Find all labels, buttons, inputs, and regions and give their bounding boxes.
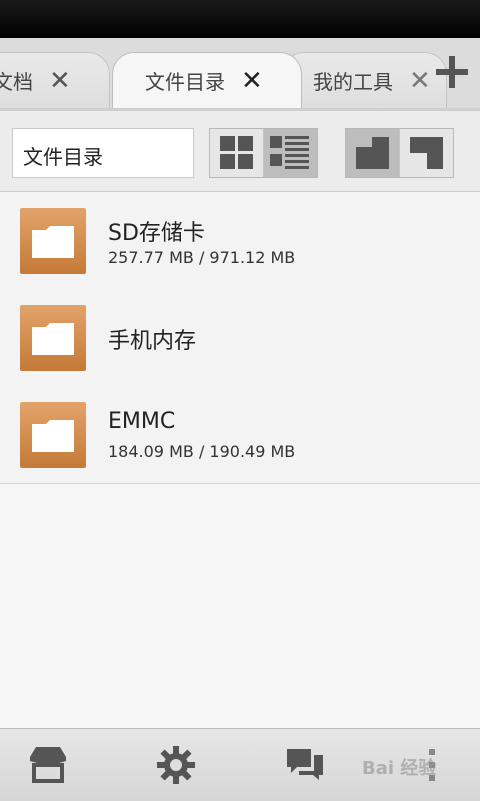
pane-mode-switch bbox=[345, 128, 454, 178]
item-name: EMMC bbox=[108, 409, 176, 434]
close-tab-icon[interactable]: ✕ bbox=[241, 68, 263, 94]
folder-icon bbox=[20, 208, 86, 274]
tab-label: 的文档 bbox=[0, 70, 33, 94]
list-item-sd-card[interactable]: SD存储卡 257.77 MB / 971.12 MB bbox=[0, 192, 480, 290]
item-usage: 184.09 MB / 190.49 MB bbox=[108, 442, 296, 461]
dual-pane-icon[interactable] bbox=[399, 129, 453, 177]
watermark: Bai 经验 bbox=[362, 758, 437, 779]
chat-icon[interactable] bbox=[285, 745, 325, 785]
close-tab-icon[interactable]: ✕ bbox=[409, 68, 431, 94]
status-bar bbox=[0, 0, 480, 38]
plus-icon[interactable] bbox=[434, 54, 470, 90]
tab-bar: 的文档 ✕ 我的工具 ✕ 文件目录 ✕ bbox=[0, 38, 480, 111]
path-field[interactable]: 文件目录 bbox=[12, 128, 194, 178]
tab-tools[interactable]: 我的工具 ✕ bbox=[282, 52, 447, 108]
folder-icon bbox=[20, 402, 86, 468]
tab-label: 文件目录 bbox=[145, 70, 225, 94]
tab-label: 我的工具 bbox=[313, 70, 393, 94]
toolbar: 文件目录 bbox=[0, 111, 480, 192]
folder-icon bbox=[20, 305, 86, 371]
list-item-phone-memory[interactable]: 手机内存 bbox=[0, 289, 480, 387]
list-item-emmc[interactable]: EMMC 184.09 MB / 190.49 MB bbox=[0, 386, 480, 484]
grid-view-icon[interactable] bbox=[210, 129, 263, 177]
list-view-icon[interactable] bbox=[263, 129, 317, 177]
tab-documents[interactable]: 的文档 ✕ bbox=[0, 52, 110, 108]
view-mode-switch bbox=[209, 128, 318, 178]
item-name: 手机内存 bbox=[108, 329, 197, 354]
item-name: SD存储卡 bbox=[108, 221, 205, 246]
close-tab-icon[interactable]: ✕ bbox=[49, 68, 71, 94]
single-pane-icon[interactable] bbox=[346, 129, 399, 177]
item-usage: 257.77 MB / 971.12 MB bbox=[108, 248, 296, 267]
settings-gear-icon[interactable] bbox=[156, 745, 196, 785]
store-icon[interactable] bbox=[28, 745, 68, 785]
tab-file-directory[interactable]: 文件目录 ✕ bbox=[112, 52, 302, 108]
